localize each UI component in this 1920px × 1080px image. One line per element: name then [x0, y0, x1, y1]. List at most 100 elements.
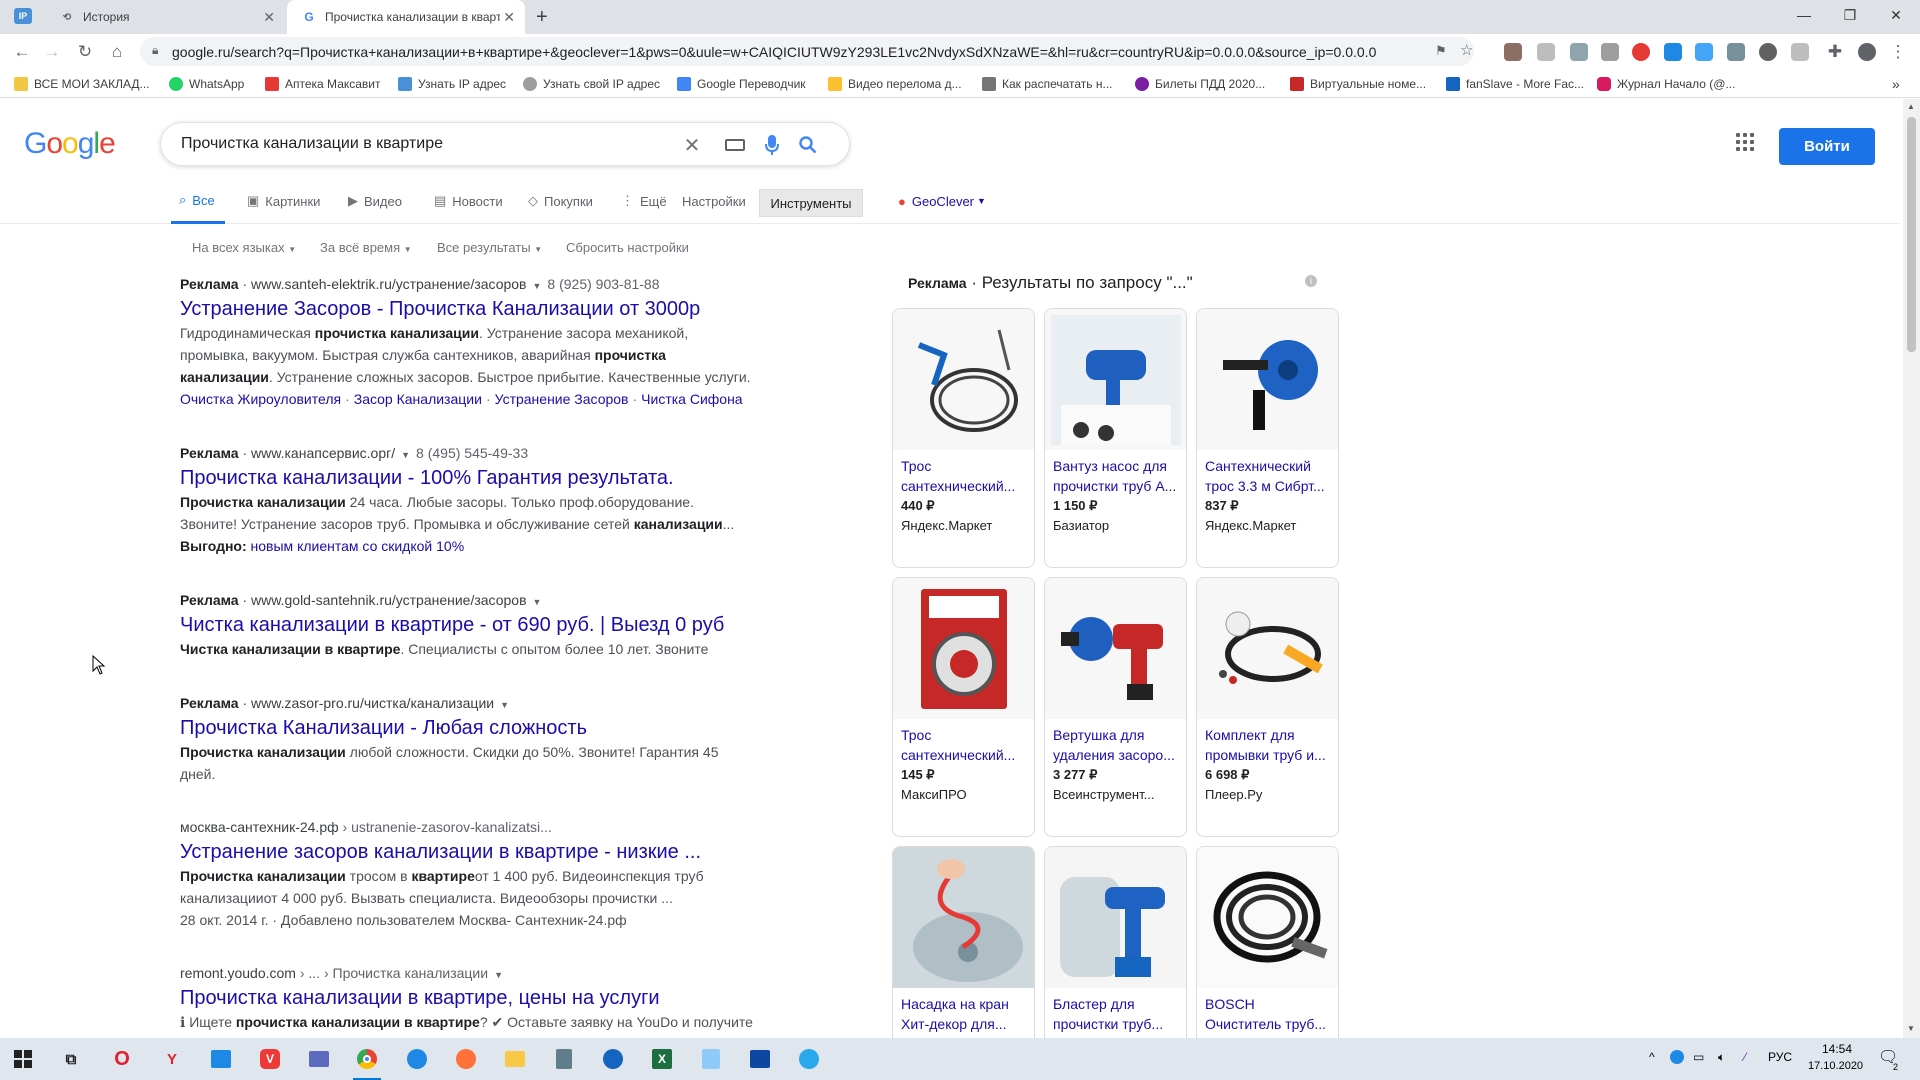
- extension-10-icon[interactable]: [1791, 43, 1809, 61]
- tab-images[interactable]: ▣ Картинки: [247, 179, 320, 223]
- bookmark-journal[interactable]: Журнал Начало (@...: [1597, 75, 1735, 93]
- tab-all[interactable]: ⌕ Все: [171, 179, 225, 224]
- app-circle-icon[interactable]: [599, 1045, 627, 1073]
- product-image[interactable]: [1197, 578, 1338, 719]
- product-name[interactable]: Сантехнический трос 3.3 м Сибрт...: [1197, 450, 1338, 496]
- sitelink[interactable]: Засор Канализации: [354, 391, 482, 407]
- puzzle-extensions-icon[interactable]: ✚: [1823, 40, 1847, 64]
- sitelink[interactable]: Очистка Жироуловителя: [180, 391, 341, 407]
- bookmark-ip[interactable]: Узнать IP адрес: [398, 75, 506, 93]
- opera-icon[interactable]: O: [108, 1045, 136, 1073]
- tools-button[interactable]: Инструменты: [759, 189, 863, 217]
- microphone-icon[interactable]: [761, 134, 783, 156]
- bookmark-fanslave[interactable]: fanSlave - More Fac...: [1446, 75, 1584, 93]
- input-language[interactable]: РУС: [1768, 1050, 1792, 1064]
- product-name[interactable]: Вертушка для удаления засоро...: [1045, 719, 1186, 765]
- product-card[interactable]: Бластер для прочистки труб...: [1044, 846, 1187, 1038]
- close-tab-icon[interactable]: ✕: [263, 9, 275, 26]
- extra-link[interactable]: новым клиентам со скидкой 10%: [251, 538, 465, 554]
- new-tab-icon[interactable]: +: [536, 6, 548, 29]
- product-image[interactable]: [893, 309, 1034, 450]
- extension-9-icon[interactable]: [1759, 43, 1777, 61]
- google-apps-icon[interactable]: [1733, 130, 1757, 154]
- network-app-icon[interactable]: [305, 1045, 333, 1073]
- file-explorer-icon[interactable]: [501, 1045, 529, 1073]
- result-title[interactable]: Чистка канализации в квартире - от 690 р…: [180, 612, 780, 638]
- pen-icon[interactable]: ⁄: [1744, 1050, 1746, 1064]
- back-icon[interactable]: ←: [10, 40, 34, 64]
- tab-more[interactable]: ⋮ Ещё: [621, 179, 667, 223]
- product-card[interactable]: BOSCH Очиститель труб...: [1196, 846, 1339, 1038]
- product-card[interactable]: Трос сантехнический... 440 ₽ Яндекс.Маркет: [892, 308, 1035, 568]
- product-image[interactable]: [1045, 578, 1186, 719]
- product-card[interactable]: Вантуз насос для прочистки труб А... 1 15…: [1044, 308, 1187, 568]
- scroll-down-icon[interactable]: ▼: [1907, 1024, 1915, 1033]
- bookmark-all[interactable]: ВСЕ МОИ ЗАКЛАД...: [14, 75, 150, 93]
- caret-down-icon[interactable]: ▼: [401, 450, 410, 460]
- tab-history[interactable]: ⟲ История ✕: [45, 0, 285, 34]
- tab-shopping[interactable]: ◇ Покупки: [528, 179, 593, 223]
- clear-icon[interactable]: ✕: [681, 134, 703, 157]
- tab-video[interactable]: ▶ Видео: [348, 179, 402, 223]
- clock-date[interactable]: 17.10.2020: [1808, 1060, 1863, 1072]
- bookmark-pdd[interactable]: Билеты ПДД 2020...: [1135, 75, 1265, 93]
- restore-icon[interactable]: ❐: [1827, 0, 1873, 30]
- chrome-icon[interactable]: [353, 1045, 381, 1080]
- reload-icon[interactable]: ↻: [73, 40, 97, 64]
- product-image[interactable]: [1197, 309, 1338, 450]
- search-icon[interactable]: [797, 134, 819, 156]
- sitelink[interactable]: Чистка Сифона: [641, 391, 742, 407]
- product-card[interactable]: Сантехнический трос 3.3 м Сибрт... 837 ₽ Я…: [1196, 308, 1339, 568]
- scrollbar-thumb[interactable]: [1907, 117, 1916, 352]
- calculator-icon[interactable]: [550, 1045, 578, 1073]
- close-tab-icon[interactable]: ✕: [503, 9, 515, 26]
- product-card[interactable]: Вертушка для удаления засоро... 3 277 ₽ Вс…: [1044, 577, 1187, 837]
- caret-down-icon[interactable]: ▼: [500, 700, 509, 710]
- caret-down-icon[interactable]: ▼: [494, 970, 503, 980]
- clock-time[interactable]: 14:54: [1822, 1042, 1852, 1056]
- translate-icon[interactable]: ⚑: [1435, 43, 1447, 59]
- extension-3-icon[interactable]: [1570, 43, 1588, 61]
- result-title[interactable]: Прочистка Канализации - Любая сложность: [180, 715, 780, 741]
- caret-down-icon[interactable]: ▼: [533, 597, 542, 607]
- filter-time[interactable]: За всё время ▼: [320, 240, 412, 255]
- scroll-up-icon[interactable]: ▲: [1907, 102, 1915, 111]
- bookmark-translate[interactable]: Google Переводчик: [677, 75, 806, 93]
- result-title[interactable]: Устранение засоров канализации в квартир…: [180, 839, 780, 865]
- bookmark-my-ip[interactable]: Узнать свой IP адрес: [523, 75, 660, 93]
- product-card[interactable]: Комплект для промывки труб и... 6 698 ₽ Пл…: [1196, 577, 1339, 837]
- minimize-icon[interactable]: —: [1781, 0, 1827, 30]
- tab-settings[interactable]: Настройки: [682, 179, 746, 223]
- address-bar[interactable]: 🔒︎ google.ru/search?q=Прочистка+канализа…: [140, 37, 1474, 66]
- result-phone[interactable]: 8 (495) 545-49-33: [416, 445, 528, 461]
- product-name[interactable]: Трос сантехнический...: [893, 719, 1034, 765]
- product-name[interactable]: Вантуз насос для прочистки труб А...: [1045, 450, 1186, 496]
- info-icon[interactable]: i: [1305, 275, 1317, 287]
- tab-search[interactable]: G Прочистка канализации в кварт ✕: [287, 0, 525, 34]
- product-image[interactable]: [893, 847, 1034, 988]
- product-name[interactable]: Комплект для промывки труб и...: [1197, 719, 1338, 765]
- bookmark-print[interactable]: Как распечатать н...: [982, 75, 1113, 93]
- profile-avatar-icon[interactable]: [1855, 40, 1879, 64]
- keyboard-icon[interactable]: [724, 134, 746, 156]
- photos-icon[interactable]: [746, 1045, 774, 1073]
- result-title[interactable]: Прочистка канализации - 100% Гарантия ре…: [180, 465, 780, 491]
- task-view-icon[interactable]: ⧉: [57, 1045, 85, 1073]
- extension-8-icon[interactable]: [1727, 43, 1745, 61]
- product-name[interactable]: Трос сантехнический...: [893, 450, 1034, 496]
- ip-pinned-tab[interactable]: IP: [14, 8, 32, 24]
- filter-results[interactable]: Все результаты ▼: [437, 240, 542, 255]
- product-name[interactable]: Насадка на кран Хит-декор для...: [893, 988, 1034, 1034]
- vivaldi-icon[interactable]: V: [256, 1045, 284, 1073]
- product-name[interactable]: BOSCH Очиститель труб...: [1197, 988, 1338, 1034]
- product-image[interactable]: [1045, 847, 1186, 988]
- extension-2-icon[interactable]: [1537, 43, 1555, 61]
- bookmark-video[interactable]: Видео перелома д...: [828, 75, 962, 93]
- windows-start-icon[interactable]: [9, 1045, 37, 1073]
- notepad-icon[interactable]: [697, 1045, 725, 1073]
- search-input[interactable]: Прочистка канализации в квартире ✕: [160, 122, 850, 166]
- filter-language[interactable]: На всех языках ▼: [192, 240, 296, 255]
- bookmark-whatsapp[interactable]: WhatsApp: [169, 75, 244, 93]
- extension-5-icon[interactable]: [1632, 43, 1650, 61]
- product-image[interactable]: [1197, 847, 1338, 988]
